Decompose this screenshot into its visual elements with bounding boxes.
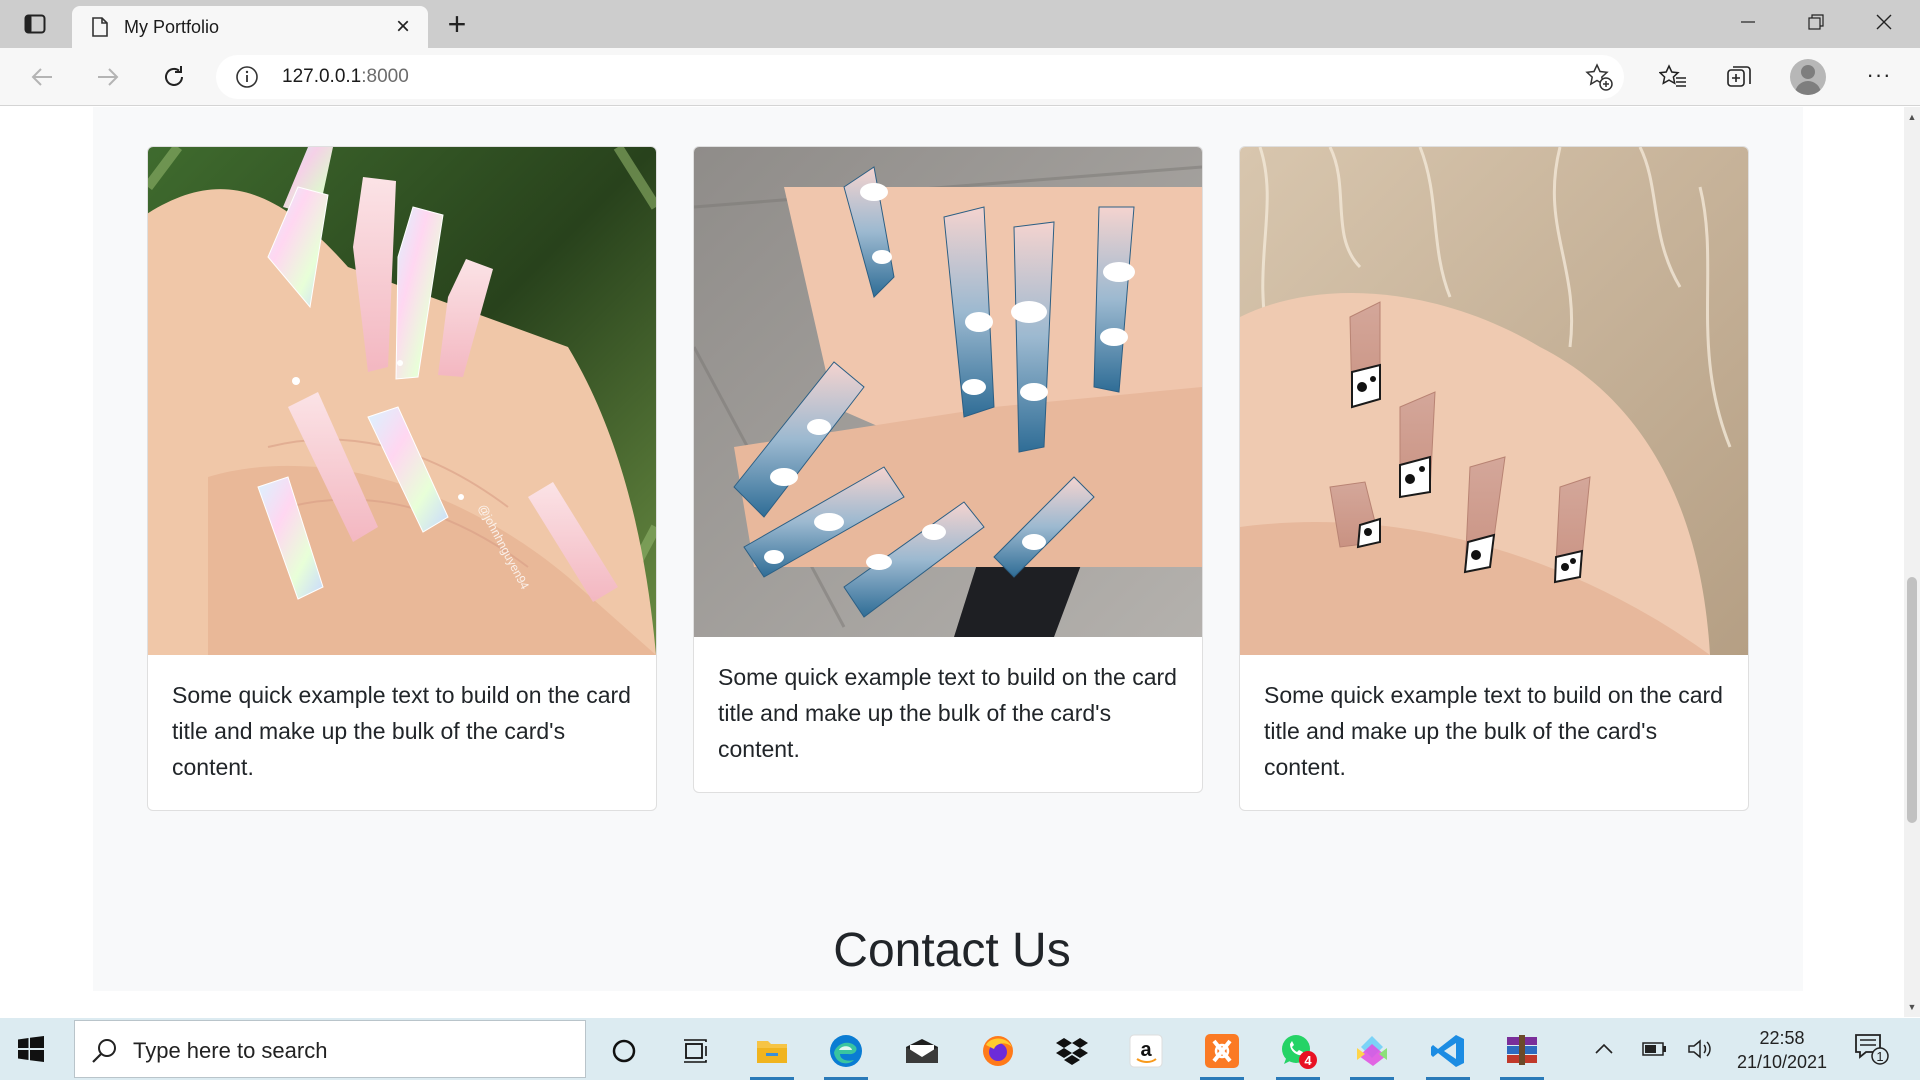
vscode-icon — [1431, 1035, 1464, 1067]
restore-icon — [1808, 14, 1824, 30]
xampp-icon — [1205, 1034, 1239, 1068]
folder-icon — [757, 1041, 787, 1063]
battery-button[interactable] — [1640, 1036, 1670, 1062]
volume-button[interactable] — [1686, 1036, 1716, 1062]
refresh-button[interactable] — [154, 57, 194, 97]
battery-icon — [1642, 1042, 1666, 1056]
task-view-button[interactable] — [666, 1026, 726, 1076]
svg-text:a: a — [1140, 1039, 1152, 1061]
taskbar-mail[interactable] — [892, 1026, 952, 1076]
clock-time: 22:58 — [1759, 1028, 1805, 1048]
minimize-icon — [1741, 21, 1755, 23]
card-image — [694, 147, 1202, 637]
task-view-icon — [684, 1039, 707, 1063]
taskbar-firefox[interactable] — [968, 1026, 1028, 1076]
speaker-icon — [1688, 1039, 1711, 1059]
firefox-icon — [983, 1036, 1013, 1066]
tab-actions-icon — [24, 14, 46, 34]
new-tab-button[interactable]: + — [440, 6, 474, 42]
restore-button[interactable] — [1782, 0, 1850, 44]
taskbar-file-explorer[interactable] — [742, 1026, 802, 1080]
add-favorite-icon[interactable] — [1584, 62, 1614, 92]
card-text: Some quick example text to build on the … — [172, 682, 631, 780]
amazon-icon: a — [1129, 1034, 1163, 1068]
back-button[interactable] — [22, 57, 62, 97]
refresh-icon — [165, 66, 183, 86]
taskbar-winrar[interactable] — [1492, 1026, 1552, 1080]
scrollbar-thumb[interactable] — [1907, 577, 1917, 823]
taskbar-vscode[interactable] — [1418, 1026, 1478, 1080]
windows-taskbar: Type here to search a 4 22:58 21/10/2021… — [0, 1018, 1920, 1080]
collections-icon — [1727, 66, 1751, 87]
card-image: @johnhnguyen94 — [148, 147, 656, 655]
taskbar-dropbox[interactable] — [1042, 1026, 1102, 1076]
card-text: Some quick example text to build on the … — [1264, 682, 1723, 780]
arrow-right-icon — [98, 68, 119, 86]
browser-toolbar: 127.0.0.1:8000 ··· — [0, 48, 1920, 106]
windows-start-icon[interactable] — [18, 1036, 44, 1062]
taskbar-amazon[interactable]: a — [1116, 1026, 1176, 1076]
collections-button[interactable] — [1722, 60, 1756, 94]
card-text: Some quick example text to build on the … — [718, 664, 1177, 762]
taskbar-whatsapp[interactable]: 4 — [1268, 1026, 1328, 1080]
browser-tab-active[interactable]: My Portfolio × — [72, 6, 428, 48]
close-window-button[interactable] — [1850, 0, 1918, 44]
taskbar-gitkraken[interactable] — [1342, 1026, 1402, 1080]
forward-button[interactable] — [88, 57, 128, 97]
chevron-up-icon — [1595, 1043, 1613, 1054]
winrar-icon — [1507, 1035, 1537, 1065]
card-2: Some quick example text to build on the … — [693, 146, 1203, 793]
search-placeholder: Type here to search — [133, 1038, 328, 1063]
mail-icon — [906, 1039, 938, 1063]
card-1: @johnhnguyen94 Some quick example text t… — [147, 146, 657, 811]
close-icon — [1876, 14, 1892, 30]
gitkraken-icon — [1357, 1036, 1387, 1066]
tab-title: My Portfolio — [124, 16, 220, 37]
favorites-button[interactable] — [1656, 60, 1690, 94]
arrow-left-icon — [31, 68, 52, 86]
cortana-icon — [612, 1039, 636, 1063]
contact-heading: Contact Us — [833, 924, 1071, 977]
taskbar-edge[interactable] — [816, 1026, 876, 1080]
favorites-star-icon — [1659, 64, 1686, 87]
address-bar[interactable]: 127.0.0.1:8000 — [216, 55, 1624, 99]
page-icon — [92, 17, 108, 37]
close-tab-button[interactable]: × — [388, 12, 418, 42]
dropbox-icon — [1056, 1038, 1088, 1065]
card-3: Some quick example text to build on the … — [1239, 146, 1749, 811]
clock-date: 21/10/2021 — [1736, 1052, 1828, 1072]
cortana-button[interactable] — [594, 1026, 654, 1076]
url-text[interactable]: 127.0.0.1:8000 — [282, 66, 409, 88]
cards-section: @johnhnguyen94 Some quick example text t… — [93, 107, 1803, 991]
edge-icon — [830, 1035, 862, 1067]
notification-count: 1 — [1876, 1049, 1883, 1064]
taskbar-xampp[interactable] — [1192, 1026, 1252, 1080]
whatsapp-icon: 4 — [1282, 1035, 1317, 1069]
taskbar-clock[interactable]: 22:58 21/10/2021 — [1722, 1026, 1842, 1074]
taskbar-search[interactable]: Type here to search — [74, 1020, 586, 1078]
search-icon — [92, 1039, 116, 1063]
page-scrollbar[interactable]: ▲ ▼ — [1904, 107, 1920, 1017]
card-image — [1240, 147, 1748, 655]
info-icon[interactable] — [236, 66, 258, 88]
page-viewport: @johnhnguyen94 Some quick example text t… — [0, 107, 1904, 1017]
scroll-down-arrow[interactable]: ▼ — [1904, 999, 1920, 1015]
more-options-button[interactable]: ··· — [1862, 60, 1896, 94]
scroll-up-arrow[interactable]: ▲ — [1904, 109, 1920, 125]
profile-avatar[interactable] — [1790, 59, 1826, 95]
notification-center-icon[interactable]: 1 — [1854, 1032, 1890, 1066]
minimize-button[interactable] — [1714, 0, 1782, 44]
tab-actions-button[interactable] — [12, 8, 58, 40]
whatsapp-badge: 4 — [1304, 1053, 1312, 1068]
browser-titlebar: My Portfolio × + — [0, 0, 1920, 48]
show-hidden-icons-button[interactable] — [1592, 1036, 1616, 1062]
